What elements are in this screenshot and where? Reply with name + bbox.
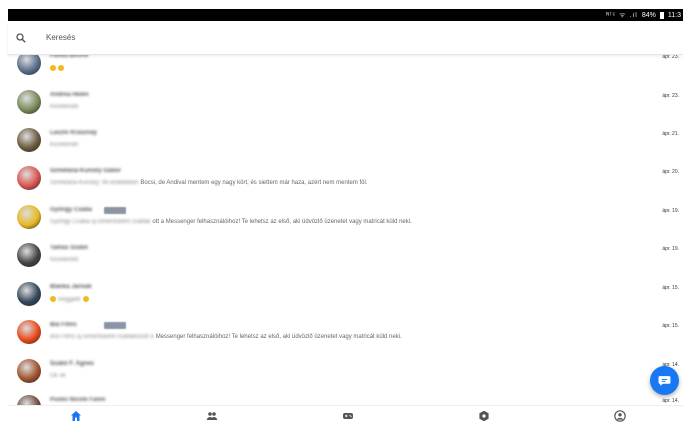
nav-games[interactable] [342,409,354,421]
timestamp: ápr. 19. [662,246,679,252]
snippet-prefix: Gyöngy Csaba új ismerősként csatlak [50,219,151,225]
contact-name: Szmetana-Kunský Gábor [50,168,122,174]
snippet-text: Messenger felhasználóihoz! Te lehetsz az… [155,334,402,340]
message-snippet: Bíá Films új ismerősként csatlakozott aM… [50,334,402,340]
timestamp: ápr. 20. [662,169,679,175]
contact-name: Szabó F. Ágnes [50,361,95,367]
people-icon [206,412,218,420]
message-snippet: Ok ok [50,373,66,379]
conversation-row[interactable]: Andrea Helen Kezelendő ápr. 23. [8,83,683,121]
timestamp: ápr. 14. [662,398,679,404]
status-icons: ᴺᶠᶜ ᯤ .ıl [606,11,638,19]
nav-home[interactable] [70,409,82,421]
snippet-text: Bocsi, de Andival mentem egy nagy kört, … [140,180,368,186]
emoji-icon [50,296,56,302]
conversation-row[interactable]: Laszlo Krasznay Kezelendő ápr. 21. [8,121,683,159]
emoji-icon [50,65,56,71]
status-badge [104,322,126,329]
contact-name: Gyöngy Csaba [50,207,93,213]
avatar[interactable] [17,205,41,229]
bottom-navigation [8,405,683,423]
conversation-row[interactable]: Tamás Szabó Kezelendő ápr. 19. [8,236,683,274]
conversation-row[interactable]: Szabó F. Ágnes Ok ok ápr. 14. [8,352,683,390]
conversation-list[interactable]: Panka Bíróné ápr. 23. Andrea Helen Kezelend… [8,55,683,405]
nav-people[interactable] [206,409,218,421]
message-snippet: Kezelendő [50,142,78,148]
snippet-text: Kezelendő [50,104,79,110]
nav-discover[interactable] [478,409,490,422]
profile-icon [614,410,626,422]
contact-name: Tamás Szabó [50,245,88,251]
timestamp: ápr. 15. [662,323,679,329]
contact-name: Andrea Helen [50,92,89,98]
discover-icon [479,410,489,422]
search-bar[interactable]: Keresés [8,21,683,55]
timestamp: ápr. 15. [662,285,679,291]
conversation-row[interactable]: Bíá Films Bíá Films új ismerősként csatla… [8,313,683,351]
search-icon[interactable] [16,32,26,43]
clock: 11:3 [667,11,681,19]
games-icon [343,413,353,419]
contact-name: Blanka Jansák [50,284,92,290]
snippet-text: ott a Messenger felhasználóihoz! Te lehe… [152,219,412,225]
battery-level: 84% [641,11,656,19]
battery-icon [659,11,664,19]
snippet-text: Reggeltt [58,296,81,303]
contact-name: Bíá Films [50,322,77,328]
contact-name: Pusko Nicole Fanni [50,397,106,403]
timestamp: ápr. 23. [662,55,679,60]
snippet-text: Ok ok [50,373,66,379]
emoji-icon [83,296,90,302]
timestamp: ápr. 23. [662,93,679,99]
avatar[interactable] [17,395,41,405]
timestamp: ápr. 21. [662,131,679,137]
avatar[interactable] [17,128,41,152]
message-snippet: Kezelendő [50,257,78,263]
avatar[interactable] [17,55,41,75]
avatar[interactable] [17,320,41,344]
snippet-text: Kezelendő [50,142,79,148]
conversation-row[interactable]: Panka Bíróné ápr. 23. [8,55,683,82]
search-input[interactable]: Keresés [46,33,75,42]
message-snippet: Gyöngy Csaba új ismerősként csatlak ott a… [50,219,412,225]
nav-profile[interactable] [614,409,626,422]
new-message-button[interactable] [650,366,679,395]
message-snippet: Kezelendő [50,104,78,110]
message-snippet [50,65,66,72]
avatar[interactable] [17,359,41,383]
chat-bubble-icon [658,376,671,386]
message-snippet: Reggeltt [50,296,91,303]
emoji-icon [58,65,64,71]
contact-name: Laszlo Krasznay [50,130,98,136]
conversation-row[interactable]: Pusko Nicole Fanni ápr. 14. [8,388,683,405]
avatar[interactable] [17,90,41,114]
conversation-row[interactable]: Szmetana-Kunský Gábor Szmetana-Kunský: Mi… [8,159,683,197]
conversation-row[interactable]: Gyöngy Csaba Gyöngy Csaba új ismerősként … [8,198,683,236]
contact-name: Panka Bíróné [50,55,89,59]
snippet-prefix: Szmetana-Kunský: Mi érdekében [50,180,139,186]
message-snippet: Szmetana-Kunský: Mi érdekében Bocsi, de A… [50,180,368,186]
avatar[interactable] [17,282,41,306]
status-bar: ᴺᶠᶜ ᯤ .ıl 84% 11:3 [8,9,683,21]
avatar[interactable] [17,243,41,267]
avatar[interactable] [17,166,41,190]
home-icon [71,411,81,421]
snippet-text: Kezelendő [50,257,79,263]
conversation-row[interactable]: Blanka Jansák Reggeltt ápr. 15. [8,275,683,313]
snippet-prefix: Bíá Films új ismerősként csatlakozott a [50,334,154,340]
status-badge [104,207,126,214]
timestamp: ápr. 19. [662,208,679,214]
